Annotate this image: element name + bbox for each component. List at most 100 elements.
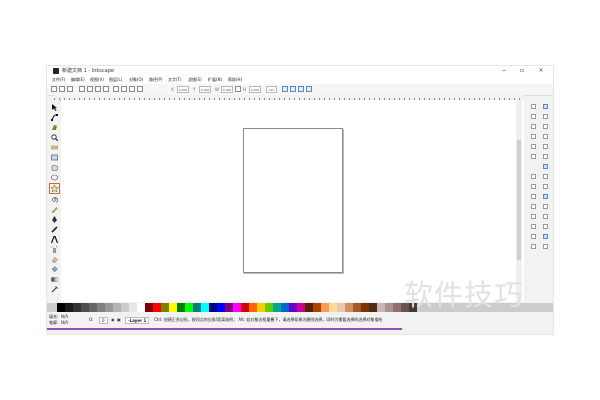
palette-swatch[interactable] xyxy=(289,303,297,312)
palette-swatch[interactable] xyxy=(257,303,265,312)
star-tool-icon[interactable] xyxy=(49,183,60,194)
palette-swatch[interactable] xyxy=(281,303,289,312)
palette-swatch[interactable] xyxy=(137,303,145,312)
palette-swatch[interactable] xyxy=(153,303,161,312)
palette-swatch[interactable] xyxy=(249,303,257,312)
scrollbar-thumb[interactable] xyxy=(517,140,521,260)
undo-icon[interactable] xyxy=(531,174,536,179)
palette-swatch[interactable] xyxy=(73,303,81,312)
transform-gradients-icon[interactable] xyxy=(298,86,304,92)
palette-swatch[interactable] xyxy=(313,303,321,312)
lock-ratio-icon[interactable] xyxy=(235,86,241,92)
palette-swatch[interactable] xyxy=(57,303,65,312)
menu-text[interactable]: 文字(T) xyxy=(168,76,182,84)
palette-swatch[interactable] xyxy=(321,303,329,312)
selector-tool-icon[interactable] xyxy=(51,104,58,111)
snap-toggle-icon[interactable] xyxy=(543,104,548,109)
lower-icon[interactable] xyxy=(129,86,135,92)
menu-extensions[interactable]: 扩展(N) xyxy=(208,76,222,84)
select-all-icon[interactable] xyxy=(51,86,57,92)
menu-path[interactable]: 路径(P) xyxy=(149,76,163,84)
eraser-tool-icon[interactable] xyxy=(51,256,58,263)
palette-swatch[interactable] xyxy=(113,303,121,312)
palette-swatch[interactable] xyxy=(105,303,113,312)
paste-icon[interactable] xyxy=(531,214,536,219)
palette-swatch[interactable] xyxy=(89,303,97,312)
palette-swatch[interactable] xyxy=(273,303,281,312)
palette-swatch[interactable] xyxy=(265,303,273,312)
palette-swatch[interactable] xyxy=(97,303,105,312)
menu-layer[interactable]: 图层(L) xyxy=(109,76,122,84)
palette-swatch[interactable] xyxy=(121,303,129,312)
snap-cusp-icon[interactable] xyxy=(543,194,548,199)
zoom-selection-icon[interactable] xyxy=(531,224,536,229)
palette-swatch[interactable] xyxy=(129,303,137,312)
snap-bbox-edge-icon[interactable] xyxy=(543,124,548,129)
redo-icon[interactable] xyxy=(531,184,536,189)
h-input[interactable]: 0.000 xyxy=(249,86,261,93)
flip-horizontal-icon[interactable] xyxy=(95,86,101,92)
ellipse-tool-icon[interactable] xyxy=(51,174,58,181)
measure-tool-icon[interactable] xyxy=(51,144,58,151)
text-tool-icon[interactable] xyxy=(51,236,58,243)
new-document-icon[interactable] xyxy=(531,104,536,109)
snap-midpoint-icon[interactable] xyxy=(543,214,548,219)
layer-select[interactable]: -Layer 1 xyxy=(125,317,150,324)
fill-value[interactable]: N/A xyxy=(61,314,68,319)
select-all-layers-icon[interactable] xyxy=(59,86,65,92)
save-file-icon[interactable] xyxy=(531,124,536,129)
rotate-ccw-icon[interactable] xyxy=(79,86,85,92)
palette-swatch[interactable] xyxy=(225,303,233,312)
palette-swatch[interactable] xyxy=(193,303,201,312)
export-icon[interactable] xyxy=(531,154,536,159)
spiral-tool-icon[interactable] xyxy=(51,196,58,203)
palette-swatch[interactable] xyxy=(345,303,353,312)
palette-swatch[interactable] xyxy=(377,303,385,312)
pencil-tool-icon[interactable] xyxy=(51,206,58,213)
copy-icon[interactable] xyxy=(531,194,536,199)
palette-swatch[interactable] xyxy=(169,303,177,312)
palette-swatch[interactable] xyxy=(177,303,185,312)
snap-path-icon[interactable] xyxy=(543,174,548,179)
menu-edit[interactable]: 编辑(E) xyxy=(71,76,85,84)
snap-grid-icon[interactable] xyxy=(543,244,548,249)
document-page[interactable] xyxy=(243,128,343,273)
snap-nodes-icon[interactable] xyxy=(543,164,548,169)
minimize-button[interactable]: − xyxy=(497,66,511,76)
menu-object[interactable]: 对象(O) xyxy=(129,76,143,84)
deselect-icon[interactable] xyxy=(67,86,73,92)
spray-tool-icon[interactable] xyxy=(51,246,58,253)
maximize-button[interactable]: ▫ xyxy=(515,66,529,76)
zoom-page-icon[interactable] xyxy=(531,244,536,249)
snap-center-icon[interactable] xyxy=(543,224,548,229)
open-file-icon[interactable] xyxy=(531,114,536,119)
palette-swatch[interactable] xyxy=(305,303,313,312)
print-icon[interactable] xyxy=(531,134,536,139)
w-input[interactable]: 0.000 xyxy=(221,86,233,93)
lower-to-bottom-icon[interactable] xyxy=(137,86,143,92)
zoom-tool-icon[interactable] xyxy=(51,134,58,141)
snap-bbox-center-icon[interactable] xyxy=(543,154,548,159)
palette-swatch[interactable] xyxy=(297,303,305,312)
snap-smooth-icon[interactable] xyxy=(543,204,548,209)
palette-swatch[interactable] xyxy=(161,303,169,312)
palette-swatch[interactable] xyxy=(393,303,401,312)
menu-file[interactable]: 文件(F) xyxy=(52,76,65,84)
unit-select[interactable]: mm xyxy=(266,86,277,93)
cut-icon[interactable] xyxy=(531,204,536,209)
snap-bbox-corner-icon[interactable] xyxy=(543,134,548,139)
calligraphy-tool-icon[interactable] xyxy=(51,226,58,233)
raise-icon[interactable] xyxy=(121,86,127,92)
tweak-tool-icon[interactable] xyxy=(51,124,58,131)
snap-bbox-icon[interactable] xyxy=(543,114,548,119)
palette-swatch[interactable] xyxy=(329,303,337,312)
transform-patterns-icon[interactable] xyxy=(306,86,312,92)
palette-swatch[interactable] xyxy=(241,303,249,312)
opacity-input[interactable]: 0 xyxy=(99,317,108,324)
rectangle-tool-icon[interactable] xyxy=(51,154,58,161)
palette-swatch[interactable] xyxy=(217,303,225,312)
raise-to-top-icon[interactable] xyxy=(113,86,119,92)
x-input[interactable]: 0.000 xyxy=(177,86,189,93)
palette-swatch[interactable] xyxy=(65,303,73,312)
palette-swatch[interactable] xyxy=(361,303,369,312)
